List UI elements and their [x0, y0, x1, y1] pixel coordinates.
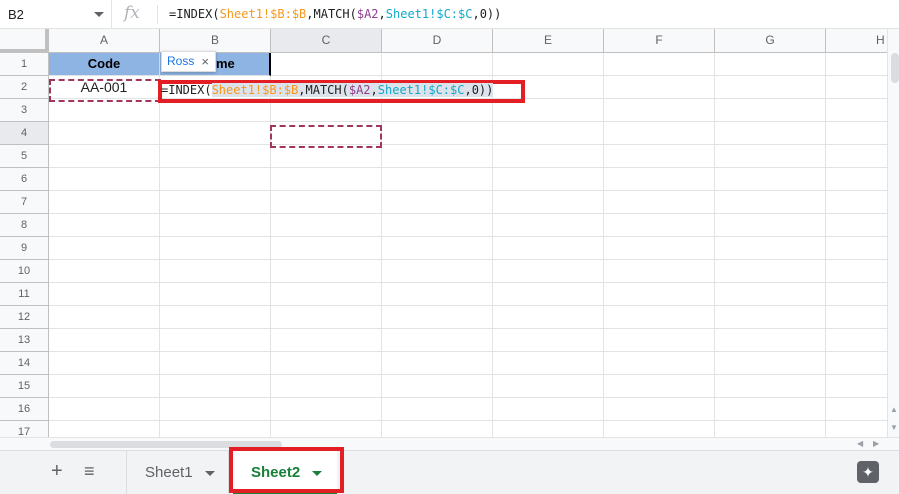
close-icon[interactable]: × — [201, 52, 209, 71]
scroll-down-icon[interactable]: ▼ — [890, 423, 898, 432]
all-sheets-icon[interactable]: ≡ — [84, 461, 95, 481]
chevron-down-icon[interactable] — [205, 471, 215, 476]
scroll-left-icon[interactable]: ◀ — [857, 439, 863, 448]
copied-range-border — [49, 79, 161, 102]
row-header-16[interactable]: 16 — [0, 398, 49, 421]
column-header-e[interactable]: E — [493, 29, 604, 53]
row-header-7[interactable]: 7 — [0, 191, 49, 214]
editor-part: ,0)) — [464, 83, 494, 97]
explore-icon[interactable]: ✦ — [857, 461, 879, 483]
cell-grid-lines — [49, 53, 887, 437]
row-header-6[interactable]: 6 — [0, 168, 49, 191]
row-header-3[interactable]: 3 — [0, 99, 49, 122]
column-header-a[interactable]: A — [49, 29, 160, 53]
row-header-5[interactable]: 5 — [0, 145, 49, 168]
row-header-4[interactable]: 4 — [0, 122, 49, 145]
annotation-sheet2-box — [229, 447, 344, 493]
row-header-13[interactable]: 13 — [0, 329, 49, 352]
column-header-h[interactable]: H — [826, 29, 887, 53]
column-header-d[interactable]: D — [382, 29, 493, 53]
name-box[interactable]: B2 — [0, 0, 112, 29]
formula-part: =INDEX( — [169, 7, 220, 21]
row-header-15[interactable]: 15 — [0, 375, 49, 398]
formula-ref-range-1: Sheet1!$B:$B — [219, 7, 307, 21]
fx-icon: fx — [124, 3, 140, 23]
name-box-value: B2 — [8, 7, 24, 22]
spreadsheet-grid: A B C D E F G H 1 2 3 4 5 6 7 8 9 10 11 … — [0, 29, 887, 437]
column-header-g[interactable]: G — [715, 29, 826, 53]
formula-bar-divider — [157, 5, 158, 24]
cell-c4-dashed-border — [270, 125, 382, 148]
formula-input[interactable]: =INDEX(Sheet1!$B:$B,MATCH($A2,Sheet1!$C:… — [169, 7, 501, 21]
row-header-12[interactable]: 12 — [0, 306, 49, 329]
column-header-f[interactable]: F — [604, 29, 715, 53]
row-header-10[interactable]: 10 — [0, 260, 49, 283]
editor-part: , — [370, 83, 378, 97]
name-box-dropdown-icon[interactable] — [94, 12, 104, 17]
tab-sheet1-label: Sheet1 — [145, 464, 193, 481]
horizontal-scrollbar[interactable]: ◀ ▶ — [0, 437, 899, 450]
editor-ref-range-2: Sheet1!$C:$C — [377, 83, 465, 97]
autocomplete-suggestion[interactable]: Ross × — [161, 51, 216, 72]
row-header-9[interactable]: 9 — [0, 237, 49, 260]
select-all-corner[interactable] — [0, 29, 49, 53]
vertical-scrollbar[interactable]: ▲ ▼ — [887, 29, 899, 437]
scroll-up-icon[interactable]: ▲ — [890, 405, 898, 414]
cell-a1[interactable]: Code — [49, 53, 160, 76]
formula-bar: B2 fx =INDEX(Sheet1!$B:$B,MATCH($A2,Shee… — [0, 0, 899, 29]
formula-part: ,MATCH( — [306, 7, 357, 21]
column-header-b[interactable]: B — [160, 29, 271, 53]
scroll-right-icon[interactable]: ▶ — [873, 439, 879, 448]
row-header-8[interactable]: 8 — [0, 214, 49, 237]
row-header-2[interactable]: 2 — [0, 76, 49, 99]
cell-b2-editor[interactable]: =INDEX(Sheet1!$B:$B,MATCH($A2,Sheet1!$C:… — [161, 83, 494, 97]
editor-ref-cell: $A2 — [348, 83, 371, 97]
formula-ref-cell: $A2 — [356, 7, 379, 21]
column-header-c[interactable]: C — [271, 29, 382, 53]
row-header-17[interactable]: 17 — [0, 421, 49, 437]
suggestion-text: Ross — [167, 54, 195, 68]
add-sheet-icon[interactable]: + — [51, 461, 63, 481]
vertical-scroll-thumb[interactable] — [891, 53, 899, 83]
formula-ref-range-2: Sheet1!$C:$C — [385, 7, 473, 21]
row-header-1[interactable]: 1 — [0, 53, 49, 76]
editor-part: =INDEX( — [161, 83, 212, 97]
tab-sheet1[interactable]: Sheet1 — [126, 451, 229, 494]
editor-ref-range-1: Sheet1!$B:$B — [211, 83, 299, 97]
formula-part: , — [378, 7, 386, 21]
formula-part: ,0)) — [472, 7, 502, 21]
sheet-tabs-bar: + ≡ Sheet1 Sheet2 — [0, 450, 899, 494]
row-header-11[interactable]: 11 — [0, 283, 49, 306]
editor-part: ,MATCH( — [298, 83, 349, 97]
row-header-14[interactable]: 14 — [0, 352, 49, 375]
